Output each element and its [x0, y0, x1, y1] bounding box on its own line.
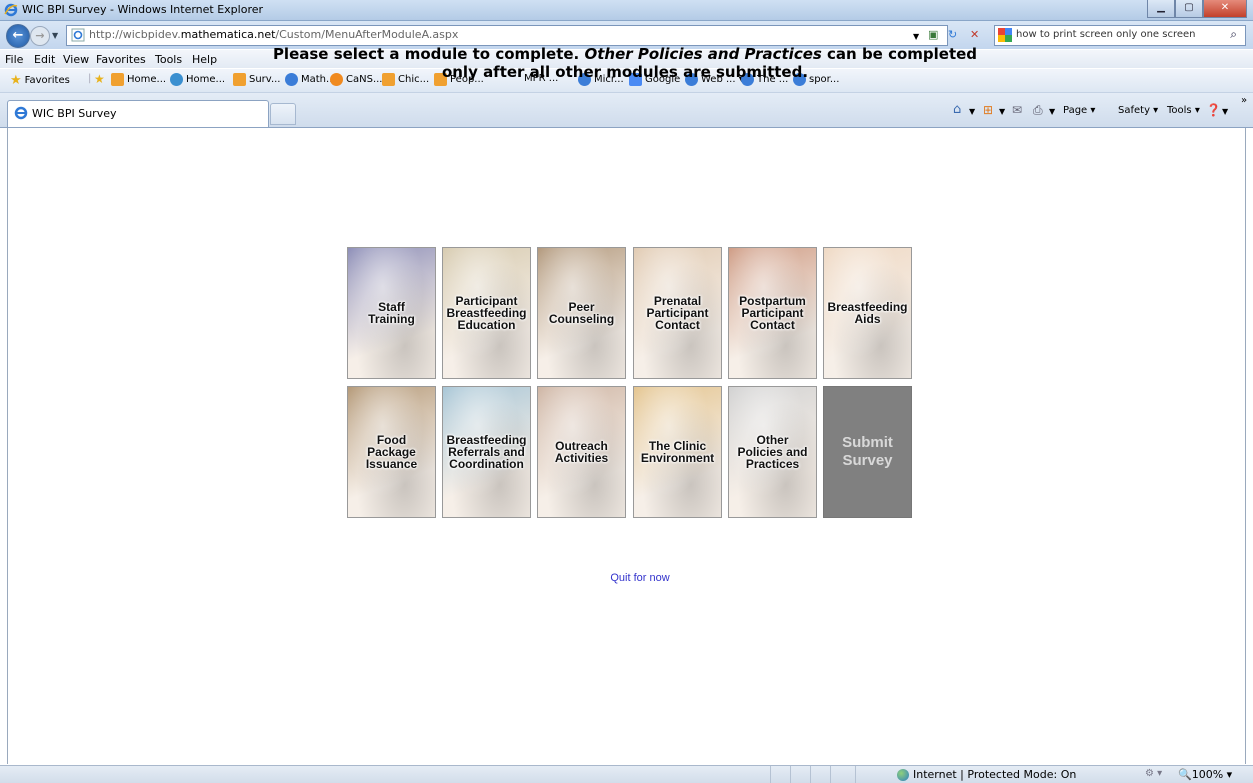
page-heading: Please select a module to complete. Othe… [272, 45, 978, 81]
module-label: Prenatal Participant Contact [646, 294, 709, 332]
module-tile-the-clinic-environment[interactable]: The Clinic Environment [633, 386, 722, 518]
tab-bar: WIC BPI Survey ⌂ ▼ ⊞ ▼ ✉ ⎙ ▼ Page ▾ Safe… [0, 93, 1253, 128]
search-box[interactable]: how to print screen only one screen ⌕ [994, 25, 1246, 46]
stop-icon[interactable]: ✕ [970, 27, 979, 42]
help-icon[interactable]: ❓ [1206, 103, 1221, 117]
module-tile-breastfeeding-aids[interactable]: Breastfeeding Aids [823, 247, 912, 379]
maximize-button[interactable]: ▢ [1175, 0, 1203, 18]
address-bar[interactable]: http://wicbpidev.mathematica.net/Custom/… [66, 25, 948, 46]
status-bar: Internet | Protected Mode: On ⚙ ▾ 🔍100% … [0, 765, 1253, 783]
window-controls: ▁ ▢ ✕ [1147, 0, 1247, 18]
module-label: The Clinic Environment [640, 439, 715, 465]
module-label: Outreach Activities [554, 439, 609, 465]
globe-icon [897, 768, 909, 781]
module-tile-peer-counseling[interactable]: Peer Counseling [537, 247, 626, 379]
mail-icon[interactable]: ✉ [1012, 103, 1022, 117]
address-url[interactable]: http://wicbpidev.mathematica.net/Custom/… [89, 28, 458, 41]
quit-for-now-link[interactable]: Quit for now [0, 572, 1253, 584]
module-tile-breastfeeding-referrals-and-coordination[interactable]: Breastfeeding Referrals and Coordination [442, 386, 531, 518]
module-tile-postpartum-participant-contact[interactable]: Postpartum Participant Contact [728, 247, 817, 379]
compatibility-view-icon[interactable]: ▣ [928, 27, 938, 42]
refresh-icon[interactable]: ↻ [948, 27, 957, 42]
submit-survey-label: Submit Survey [842, 434, 893, 469]
minimize-button[interactable]: ▁ [1147, 0, 1175, 18]
ie-page-icon [71, 28, 85, 42]
ie-logo-icon [4, 3, 18, 17]
chevron-more-icon[interactable]: » [1241, 95, 1247, 106]
module-label: Food Package Issuance [365, 433, 418, 471]
window-title-bar: WIC BPI Survey - Windows Internet Explor… [0, 0, 1253, 21]
protected-mode-icon[interactable]: ⚙ ▾ [1145, 768, 1162, 779]
home-dropdown-icon[interactable]: ▼ [969, 107, 975, 116]
module-tile-prenatal-participant-contact[interactable]: Prenatal Participant Contact [633, 247, 722, 379]
module-label: Other Policies and Practices [737, 433, 808, 471]
module-tile-participant-breastfeeding-education[interactable]: Participant Breastfeeding Education [442, 247, 531, 379]
safety-menu[interactable]: Safety ▾ [1118, 105, 1158, 116]
module-tile-food-package-issuance[interactable]: Food Package Issuance [347, 386, 436, 518]
print-icon[interactable]: ⎙ [1033, 103, 1043, 118]
module-tile-outreach-activities[interactable]: Outreach Activities [537, 386, 626, 518]
module-label: Breastfeeding Referrals and Coordination [446, 433, 527, 471]
search-icon[interactable]: ⌕ [1230, 27, 1237, 42]
help-dropdown-icon[interactable]: ▼ [1222, 107, 1228, 116]
module-tile-staff-training[interactable]: Staff Training [347, 247, 436, 379]
module-label: Peer Counseling [548, 300, 615, 326]
page-menu[interactable]: Page ▾ [1063, 105, 1095, 116]
ie-logo-icon [14, 106, 28, 120]
print-dropdown-icon[interactable]: ▼ [1049, 107, 1055, 116]
module-label: Participant Breastfeeding Education [446, 294, 527, 332]
module-label: Staff Training [368, 300, 415, 326]
module-tile-other-policies-and-practices[interactable]: Other Policies and Practices [728, 386, 817, 518]
google-icon [998, 28, 1012, 42]
window-title: WIC BPI Survey - Windows Internet Explor… [22, 3, 264, 16]
submit-survey-button[interactable]: Submit Survey [823, 386, 912, 518]
search-input[interactable]: how to print screen only one screen [1016, 29, 1196, 40]
recent-pages-dropdown-icon[interactable]: ▼ [52, 31, 58, 40]
forward-button[interactable]: → [30, 26, 50, 46]
module-label: Postpartum Participant Contact [739, 294, 806, 332]
feeds-icon[interactable]: ⊞ [983, 103, 993, 117]
security-zone[interactable]: Internet | Protected Mode: On [897, 768, 1076, 781]
address-dropdown-icon[interactable]: ▼ [913, 29, 919, 44]
tab-wic-bpi-survey[interactable]: WIC BPI Survey [7, 100, 269, 127]
tools-menu[interactable]: Tools ▾ [1167, 105, 1200, 116]
module-label: Breastfeeding Aids [827, 300, 908, 326]
feeds-dropdown-icon[interactable]: ▼ [999, 107, 1005, 116]
new-tab-button[interactable] [270, 103, 296, 125]
close-window-button[interactable]: ✕ [1203, 0, 1247, 18]
home-icon[interactable]: ⌂ [953, 102, 961, 117]
page-content [7, 128, 1246, 764]
zoom-level[interactable]: 🔍100% ▾ [1178, 768, 1232, 781]
tab-label: WIC BPI Survey [32, 107, 117, 120]
